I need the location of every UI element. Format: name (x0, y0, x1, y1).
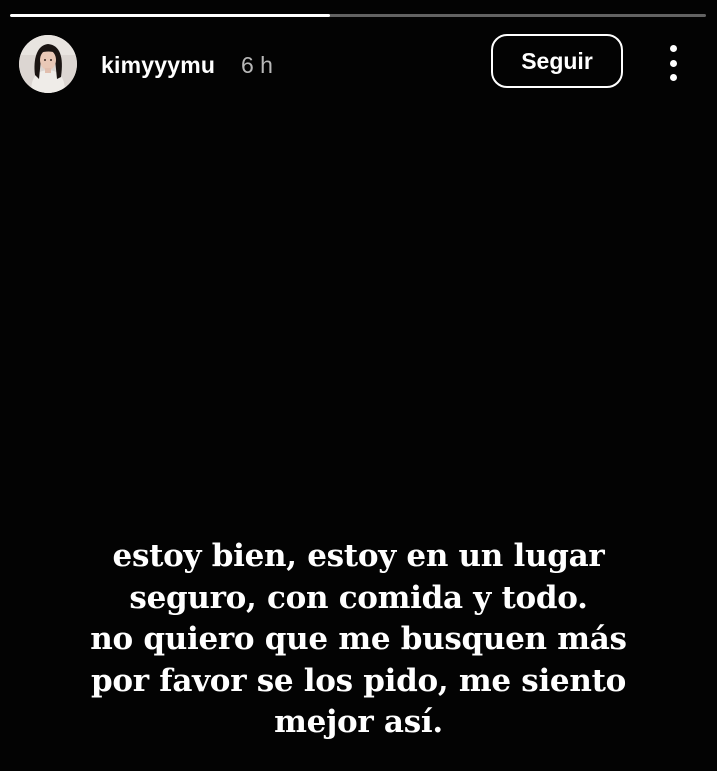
more-dot (669, 59, 677, 67)
more-dot (669, 74, 677, 81)
story-text-line: seguro, con comida y todo. (129, 579, 588, 616)
story-text-line: mejor así. (274, 704, 443, 740)
avatar[interactable] (19, 35, 77, 93)
story-progress-bar (10, 14, 706, 17)
more-vertical-icon[interactable] (659, 45, 687, 81)
story-progress-fill (10, 14, 331, 17)
post-time: 6 h (241, 52, 273, 78)
story-text-line: estoy bien, estoy en un lugar (112, 538, 605, 574)
profile-photo (19, 35, 77, 93)
story-text: estoy bien, estoy en un lugar seguro, co… (30, 536, 687, 744)
more-dot (669, 45, 677, 52)
story-header: kimyyymu 6 h Seguir (19, 34, 695, 95)
story-text-line: por favor se los pido, me siento (91, 662, 626, 699)
username[interactable]: kimyyymu (101, 52, 215, 79)
follow-button[interactable]: Seguir (491, 34, 623, 88)
story-text-line: no quiero que me busquen más (90, 621, 627, 657)
